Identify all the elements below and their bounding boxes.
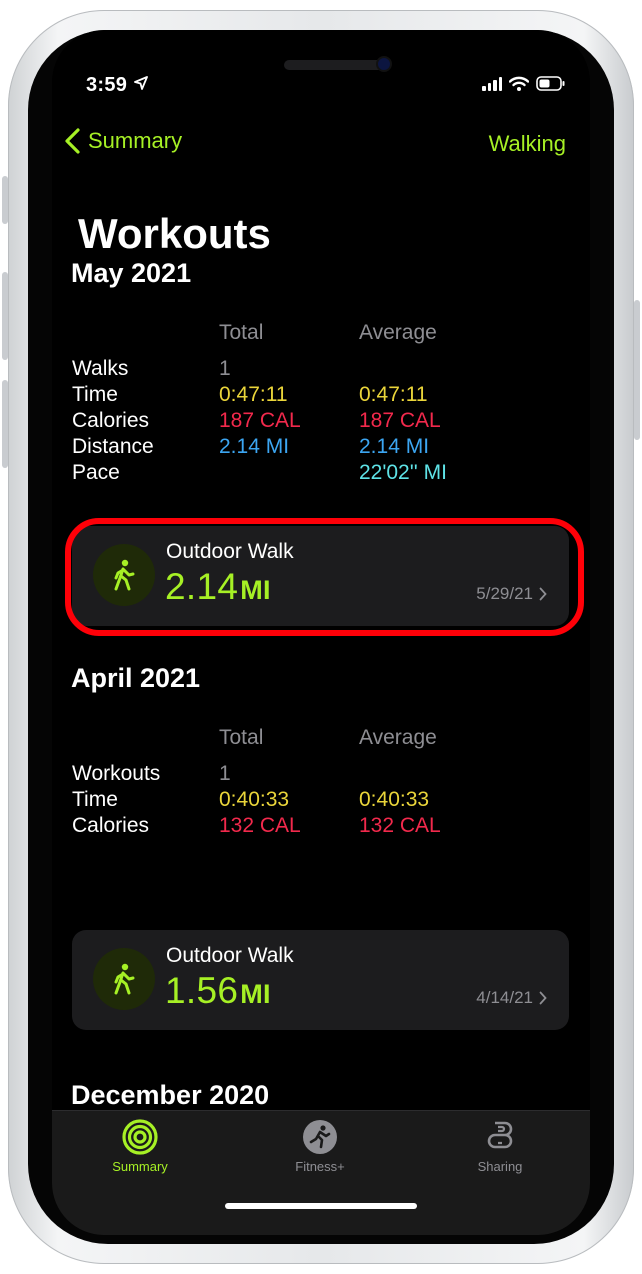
stat-total: 0:47:11: [219, 383, 288, 406]
stat-label: Pace: [72, 461, 120, 484]
chevron-left-icon: [65, 128, 80, 154]
stat-average: 2.14 MI: [359, 435, 430, 458]
home-indicator[interactable]: [225, 1203, 417, 1209]
back-button[interactable]: Summary: [64, 128, 182, 154]
side-button-volume-down: [2, 380, 8, 468]
activity-rings-icon: [122, 1119, 158, 1155]
workout-distance: 1.56MI: [165, 970, 271, 1012]
walking-filter-button[interactable]: Walking: [489, 131, 566, 157]
location-arrow-icon: [134, 76, 148, 90]
stat-label: Calories: [72, 409, 150, 432]
stat-row-time: Time 0:47:11 0:47:11: [72, 382, 512, 408]
fitness-plus-icon: [303, 1120, 337, 1154]
tab-label: Sharing: [477, 1159, 523, 1174]
column-header-total: Total: [219, 321, 264, 344]
stat-row-pace: Pace 22'02'' MI: [72, 460, 512, 486]
back-label: Summary: [88, 128, 183, 153]
distance-unit: MI: [240, 979, 271, 1009]
status-icons: [482, 76, 566, 91]
column-header-total: Total: [219, 726, 264, 749]
highlight-annotation-ring: [65, 518, 584, 636]
stat-average: 0:47:11: [359, 383, 428, 406]
tab-label: Fitness+: [295, 1159, 345, 1174]
tab-fitness-plus[interactable]: Fitness+: [260, 1119, 380, 1174]
distance-value: 1.56: [165, 970, 239, 1011]
workout-title: Outdoor Walk: [166, 944, 294, 967]
workout-card-april[interactable]: Outdoor Walk 1.56MI 4/14/21: [72, 930, 569, 1030]
stat-label: Workouts: [72, 762, 161, 785]
tab-bar: Summary Fitness+ Sharing: [52, 1110, 590, 1235]
stat-total: 1: [219, 357, 231, 380]
stat-row-walks: Walks 1: [72, 356, 512, 382]
stat-label: Distance: [72, 435, 154, 458]
stat-label: Calories: [72, 814, 150, 837]
screen: 3:59 Summary Walking Workouts May 2021 T…: [52, 30, 590, 1235]
stat-total: 2.14 MI: [219, 435, 290, 458]
workout-date: 4/14/21: [476, 988, 547, 1008]
stat-average: 22'02'' MI: [359, 461, 447, 484]
stat-total: 0:40:33: [219, 788, 290, 811]
stat-label: Time: [72, 383, 118, 406]
tab-label: Summary: [112, 1159, 168, 1174]
stat-row-distance: Distance 2.14 MI 2.14 MI: [72, 434, 512, 460]
cellular-signal-icon: [482, 76, 502, 91]
stat-label: Time: [72, 788, 118, 811]
workout-date-text: 4/14/21: [476, 988, 533, 1007]
stat-average: 0:40:33: [359, 788, 430, 811]
stat-average: 132 CAL: [359, 814, 441, 837]
side-button-volume-up: [2, 272, 8, 360]
stat-label: Walks: [72, 357, 129, 380]
section-heading-december-2020: December 2020: [71, 1080, 270, 1110]
side-button-mute: [2, 176, 8, 224]
stat-total: 1: [219, 762, 231, 785]
tab-summary[interactable]: Summary: [80, 1119, 200, 1174]
side-button-power: [634, 300, 640, 440]
stat-row-workouts: Workouts 1: [72, 761, 512, 787]
column-header-average: Average: [359, 726, 437, 749]
column-header-average: Average: [359, 321, 437, 344]
tab-sharing[interactable]: Sharing: [440, 1119, 560, 1174]
page-title: Workouts: [78, 210, 271, 257]
stats-header-row: Total Average: [72, 320, 512, 346]
stat-row-time: Time 0:40:33 0:40:33: [72, 787, 512, 813]
walking-figure-icon: [114, 963, 135, 995]
stat-total: 132 CAL: [219, 814, 301, 837]
wifi-icon: [509, 76, 529, 91]
chevron-right-icon: [539, 991, 547, 1005]
battery-icon: [536, 76, 565, 91]
stats-header-row: Total Average: [72, 725, 512, 751]
front-camera: [378, 58, 390, 70]
stat-row-calories: Calories 132 CAL 132 CAL: [72, 813, 512, 839]
stat-average: 187 CAL: [359, 409, 441, 432]
status-time: 3:59: [86, 74, 128, 96]
stat-row-calories: Calories 187 CAL 187 CAL: [72, 408, 512, 434]
stat-total: 187 CAL: [219, 409, 301, 432]
section-heading-may-2021: May 2021: [71, 258, 192, 288]
section-heading-april-2021: April 2021: [71, 663, 201, 693]
speaker-grille: [284, 60, 388, 70]
walk-icon-badge: [93, 948, 155, 1010]
sharing-icon: [487, 1121, 513, 1149]
